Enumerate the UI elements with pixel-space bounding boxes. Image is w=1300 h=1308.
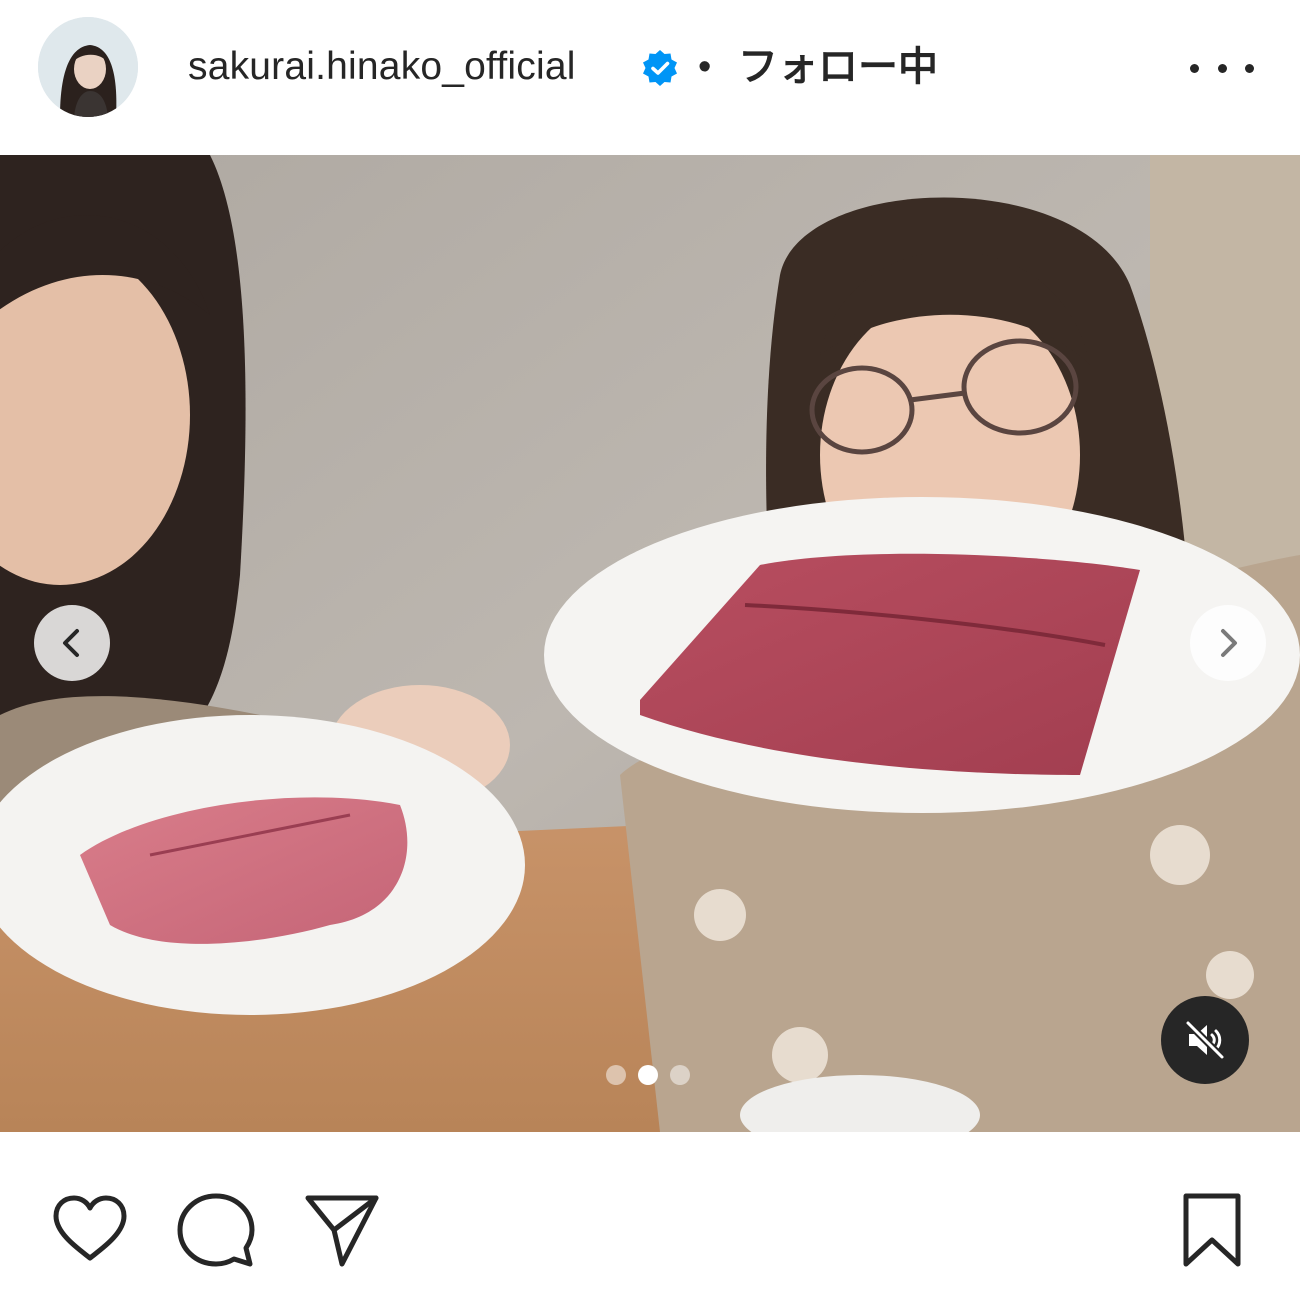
username-link[interactable]: sakurai.hinako_official	[188, 44, 576, 90]
more-dot	[1245, 63, 1254, 73]
more-options-icon[interactable]	[1190, 50, 1254, 86]
post-header: sakurai.hinako_official • フォロー中	[0, 0, 1300, 135]
heart-icon[interactable]	[50, 1190, 130, 1270]
previous-slide-button[interactable]	[34, 605, 110, 681]
avatar[interactable]	[38, 17, 138, 117]
more-dot	[1217, 63, 1227, 73]
paper-plane-icon[interactable]	[302, 1190, 382, 1270]
carousel-dot-active	[638, 1065, 658, 1085]
post-photo	[0, 155, 1300, 1132]
chevron-left-icon	[63, 629, 79, 657]
next-slide-button[interactable]	[1190, 605, 1266, 681]
mute-toggle-button[interactable]	[1161, 996, 1249, 1084]
post-action-bar	[0, 1150, 1300, 1290]
carousel-dot	[606, 1065, 626, 1085]
bookmark-icon[interactable]	[1172, 1190, 1252, 1270]
verified-badge-icon	[643, 50, 677, 86]
more-dot	[1190, 63, 1199, 73]
carousel-indicator	[606, 1063, 696, 1087]
chevron-right-icon	[1221, 629, 1237, 657]
following-button[interactable]: フォロー中	[738, 43, 938, 91]
post-media[interactable]	[0, 155, 1300, 1132]
carousel-dot	[670, 1065, 690, 1085]
comment-bubble-icon[interactable]	[176, 1190, 256, 1270]
speaker-muted-icon	[1184, 1019, 1226, 1061]
separator-dot: •	[698, 46, 712, 88]
